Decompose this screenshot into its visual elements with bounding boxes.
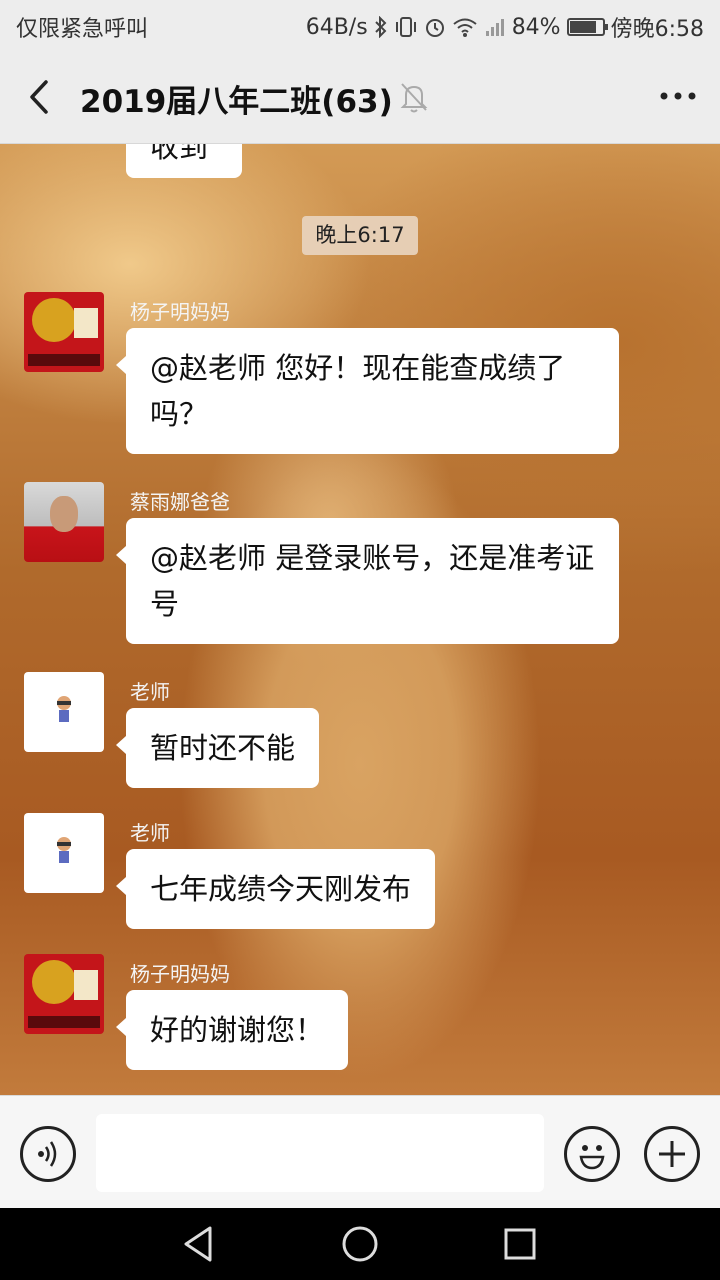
logo-emblem — [32, 298, 76, 342]
logo-card — [74, 970, 98, 1000]
recents-square-icon[interactable] — [498, 1222, 542, 1266]
battery-icon — [566, 18, 608, 36]
status-bar: 仅限紧急呼叫 64B/s 84% 傍晚6:58 — [0, 0, 720, 50]
fu-logo-avatar[interactable] — [24, 954, 104, 1034]
cartoon-avatar[interactable] — [24, 813, 104, 893]
fu-logo-avatar[interactable] — [24, 292, 104, 372]
bluetooth-icon — [374, 15, 388, 39]
message-bubble[interactable]: 好的谢谢您！ — [115, 990, 349, 1070]
message-bubble[interactable]: @赵老师 您好！现在能查成绩了吗？ — [116, 328, 619, 454]
status-right: 64B/s 84% 傍晚6:58 — [306, 11, 704, 43]
chat-header: 2019届八年二班(63) — [0, 50, 720, 144]
page-title[interactable]: 2019届八年二班(63) — [80, 76, 393, 121]
back-triangle-icon[interactable] — [178, 1222, 222, 1266]
voice-icon[interactable] — [20, 1126, 76, 1182]
logo-emblem — [32, 960, 76, 1004]
home-circle-icon[interactable] — [338, 1222, 382, 1266]
alarm-icon — [424, 15, 446, 39]
cartoon-figure-icon — [57, 696, 71, 722]
signal-icon — [484, 15, 506, 39]
sender-name: 杨子明妈妈 — [130, 300, 230, 324]
logo-card — [74, 308, 98, 338]
message-bubble-partial[interactable]: 收到 — [126, 144, 242, 178]
more-options-button[interactable] — [656, 76, 700, 116]
input-bar — [0, 1095, 720, 1208]
emoji-icon[interactable] — [564, 1126, 620, 1182]
message-bubble[interactable]: @赵老师 是登录账号，还是准考证号 — [116, 518, 619, 644]
network-speed: 64B/s — [305, 14, 368, 40]
man-photo-avatar[interactable] — [24, 482, 104, 562]
time-divider: 晚上6:17 — [302, 216, 418, 255]
message-bubble[interactable]: 暂时还不能 — [115, 708, 320, 788]
logo-strip — [28, 354, 100, 366]
carrier-text: 仅限紧急呼叫 — [16, 17, 149, 42]
system-nav-bar — [0, 1208, 720, 1280]
sender-name: 蔡雨娜爸爸 — [130, 490, 230, 514]
logo-strip — [28, 1016, 100, 1028]
chat-area[interactable]: 收到 晚上6:17 杨子明妈妈 @赵老师 您好！现在能查成绩了吗？ 蔡雨娜爸爸 … — [0, 144, 720, 1095]
sender-name: 老师 — [130, 821, 170, 845]
cartoon-figure-icon — [57, 837, 71, 863]
battery-percent: 84% — [511, 14, 561, 40]
message-input[interactable] — [96, 1114, 544, 1192]
sender-name: 老师 — [130, 680, 170, 704]
wifi-icon — [452, 15, 478, 39]
vibrate-icon — [394, 15, 418, 39]
message-bubble[interactable]: 七年成绩今天刚发布 — [115, 849, 436, 929]
battery-level — [569, 21, 597, 33]
clock: 傍晚6:58 — [610, 17, 704, 42]
mute-bell-icon — [398, 80, 430, 114]
plus-icon[interactable] — [644, 1126, 700, 1182]
avatar-face — [50, 496, 78, 532]
cartoon-avatar[interactable] — [24, 672, 104, 752]
sender-name: 杨子明妈妈 — [130, 962, 230, 986]
back-button[interactable] — [22, 74, 62, 120]
